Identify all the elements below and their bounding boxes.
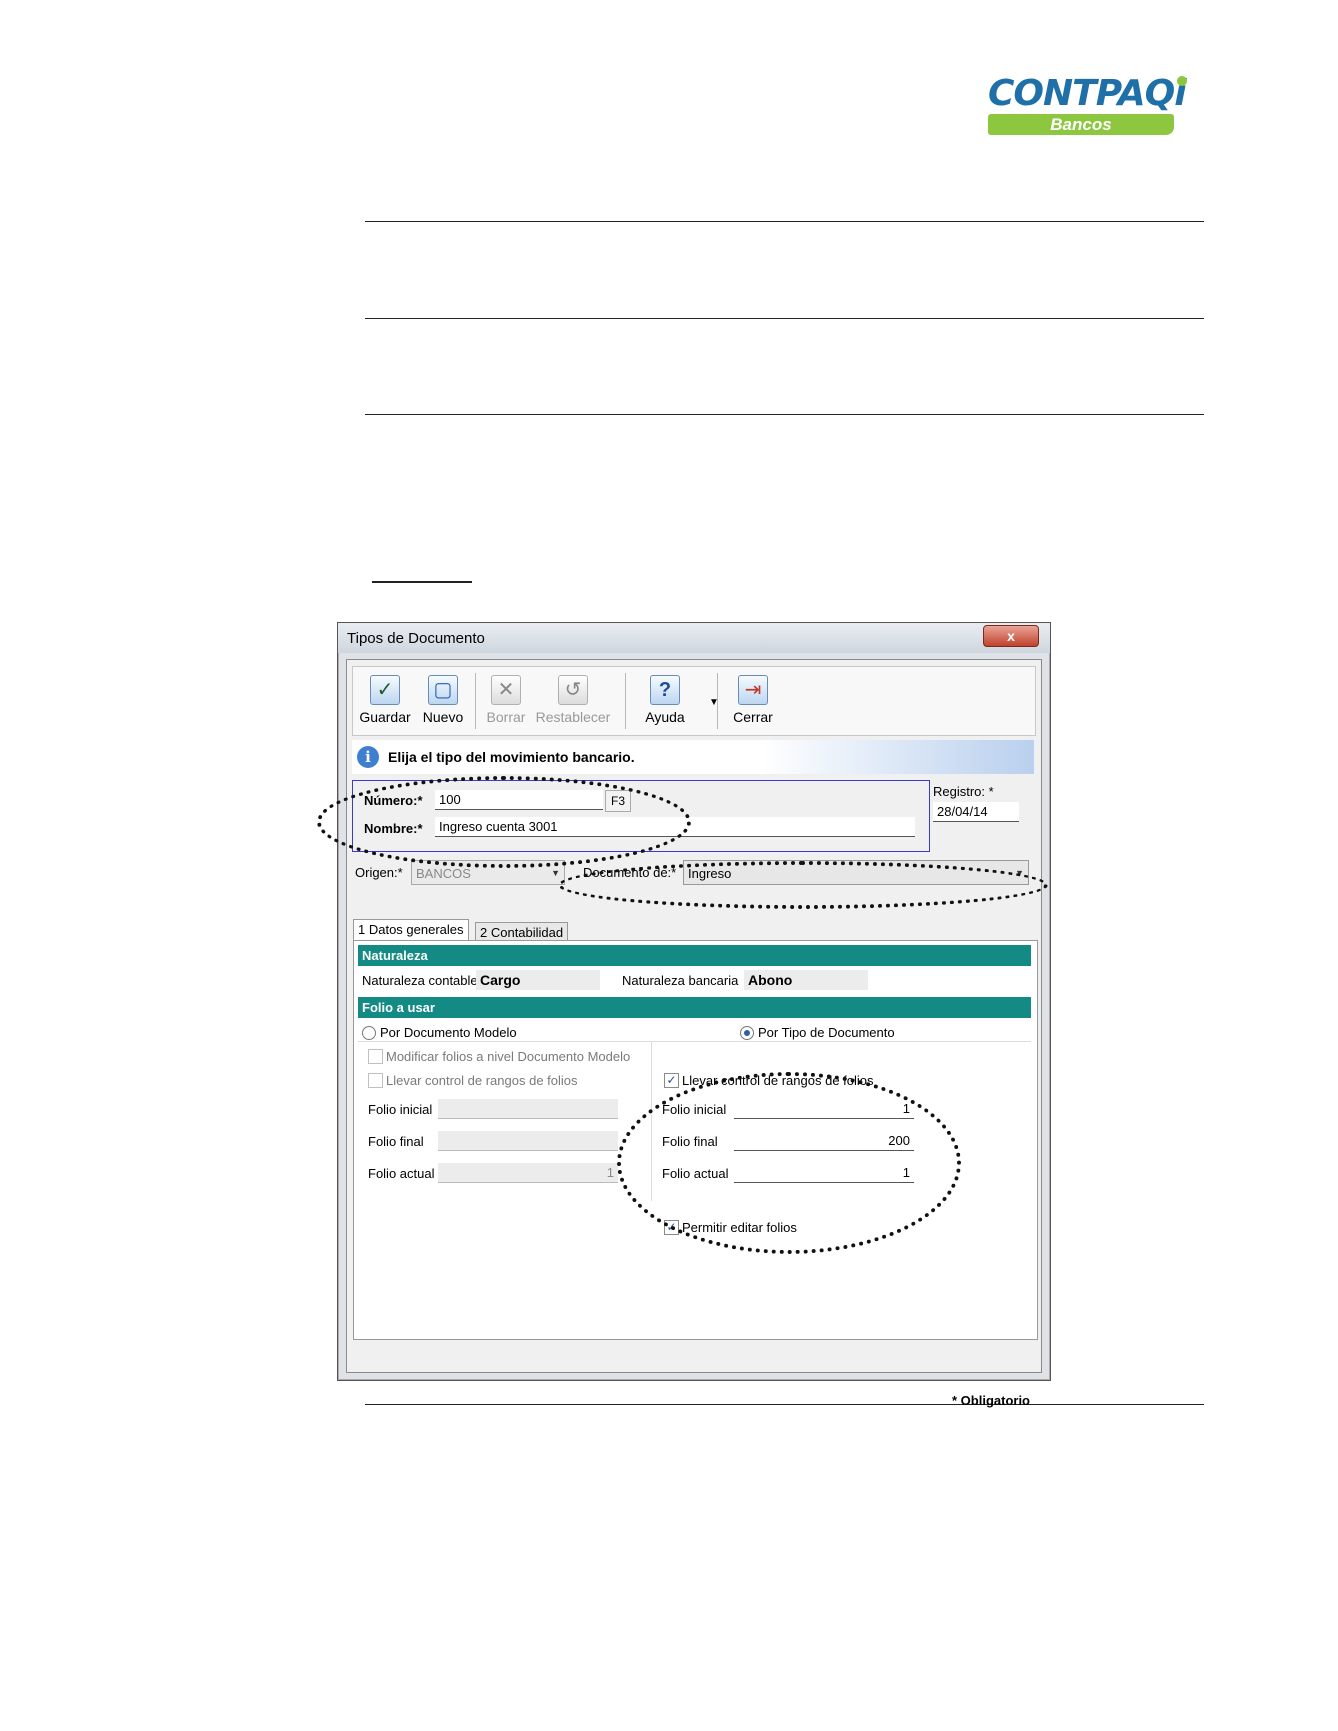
documento-de-label: Documento de:* [583, 865, 677, 880]
documento-de-select[interactable]: Ingreso ▼ [683, 860, 1029, 885]
restablecer-label: Restablecer [535, 709, 611, 725]
folio-inicial-left-field[interactable] [438, 1099, 618, 1119]
logo-dot [1177, 76, 1187, 86]
folio-inicial-left-label: Folio inicial [368, 1102, 433, 1117]
close-button[interactable]: x [983, 625, 1039, 647]
info-bar: i Elija el tipo del movimiento bancario. [352, 740, 1034, 774]
folio-actual-left-field[interactable]: 1 [438, 1163, 618, 1183]
divider-line [365, 318, 1204, 319]
cerrar-label: Cerrar [733, 709, 773, 725]
window-title: Tipos de Documento [347, 630, 485, 647]
modificar-folios-checkbox[interactable] [368, 1049, 383, 1064]
undo-icon: ↺ [558, 675, 588, 705]
restablecer-button[interactable]: ↺ Restablecer [533, 671, 613, 731]
logo-product: Bancos [988, 114, 1174, 135]
folio-final-field[interactable]: 200 [734, 1131, 914, 1151]
tab-contabilidad[interactable]: 2 Contabilidad [475, 922, 569, 942]
folio-inicial-field[interactable]: 1 [734, 1099, 914, 1119]
permitir-editar-folios-label: Permitir editar folios [682, 1220, 797, 1235]
contpaqi-bancos-logo: CONTPAQi Bancos [988, 74, 1198, 136]
nuevo-button[interactable]: ▢ Nuevo [419, 671, 467, 731]
info-icon: i [357, 746, 379, 768]
divider-line [365, 221, 1204, 222]
naturaleza-bancaria-label: Naturaleza bancaria [622, 973, 739, 988]
origen-select[interactable]: BANCOS ▼ [411, 860, 565, 885]
llevar-control-right-label: Llevar control de rangos de folios [682, 1073, 874, 1088]
chevron-down-icon: ▼ [1015, 868, 1024, 878]
folio-actual-field[interactable]: 1 [734, 1163, 914, 1183]
folio-actual-label: Folio actual [662, 1166, 729, 1181]
help-icon: ? [650, 675, 680, 705]
llevar-control-left-checkbox[interactable] [368, 1073, 383, 1088]
llevar-control-right-checkbox[interactable]: ✓ [664, 1073, 679, 1088]
numero-label: Número:* [364, 793, 423, 808]
borrar-button[interactable]: ✕ Borrar [483, 671, 529, 731]
borrar-label: Borrar [486, 709, 526, 725]
ayuda-button[interactable]: ? Ayuda [635, 671, 695, 731]
registro-date-field[interactable]: 28/04/14 [933, 802, 1019, 822]
info-message: Elija el tipo del movimiento bancario. [388, 749, 635, 765]
folio-inicial-label: Folio inicial [662, 1102, 727, 1117]
datos-generales-panel: Naturaleza Naturaleza contable Cargo Nat… [353, 940, 1038, 1340]
logo-brand: CONTPAQ [988, 73, 1175, 114]
origen-label: Origen:* [355, 865, 403, 880]
por-documento-modelo-label: Por Documento Modelo [380, 1025, 517, 1040]
column-divider [651, 1041, 652, 1201]
checkmark-icon: ✓ [370, 675, 400, 705]
guardar-button[interactable]: ✓ Guardar [357, 671, 413, 731]
toolbar-separator [475, 673, 476, 729]
chevron-down-icon: ▼ [551, 868, 560, 878]
divider-line [365, 1404, 1204, 1405]
folio-final-label: Folio final [662, 1134, 718, 1149]
tipos-de-documento-window: Tipos de Documento x ✓ Guardar ▢ Nuevo ✕… [337, 622, 1051, 1408]
documento-de-value: Ingreso [688, 866, 732, 881]
por-tipo-documento-label: Por Tipo de Documento [758, 1025, 895, 1040]
guardar-label: Guardar [359, 709, 411, 725]
delete-icon: ✕ [491, 675, 521, 705]
toolbar-separator [625, 673, 626, 729]
modificar-folios-label: Modificar folios a nivel Documento Model… [386, 1049, 631, 1064]
toolbar: ✓ Guardar ▢ Nuevo ✕ Borrar ↺ Restablecer… [352, 666, 1036, 736]
permitir-editar-folios-checkbox[interactable]: ✓ [664, 1220, 679, 1235]
short-underline [372, 581, 472, 583]
por-tipo-documento-radio[interactable] [740, 1026, 754, 1040]
registro-label: Registro: * [933, 784, 994, 799]
obligatorio-note: * Obligatorio [952, 1393, 1030, 1408]
toolbar-separator [717, 673, 718, 729]
folio-actual-left-label: Folio actual [368, 1166, 435, 1181]
origen-value: BANCOS [416, 866, 471, 881]
folio-a-usar-header: Folio a usar [358, 997, 1031, 1018]
naturaleza-contable-value: Cargo [476, 970, 600, 990]
naturaleza-header: Naturaleza [358, 945, 1031, 966]
folio-final-left-field[interactable] [438, 1131, 618, 1151]
numero-input[interactable]: 100 [435, 790, 603, 810]
section-divider [358, 1041, 1031, 1042]
exit-door-icon: ⇥ [738, 675, 768, 705]
naturaleza-bancaria-value: Abono [744, 970, 868, 990]
window-client: ✓ Guardar ▢ Nuevo ✕ Borrar ↺ Restablecer… [346, 659, 1042, 1408]
ayuda-label: Ayuda [645, 709, 685, 725]
folio-final-left-label: Folio final [368, 1134, 424, 1149]
nombre-input[interactable]: Ingreso cuenta 3001 [435, 817, 915, 837]
llevar-control-left-label: Llevar control de rangos de folios [386, 1073, 578, 1088]
por-documento-modelo-radio[interactable] [362, 1026, 376, 1040]
tab-datos-generales[interactable]: 1 Datos generales [353, 919, 469, 941]
naturaleza-contable-label: Naturaleza contable [362, 973, 478, 988]
divider-line [365, 414, 1204, 415]
cerrar-button[interactable]: ⇥ Cerrar [725, 671, 781, 731]
new-page-icon: ▢ [428, 675, 458, 705]
f3-lookup-button[interactable]: F3 [605, 790, 631, 812]
nuevo-label: Nuevo [422, 709, 464, 725]
nombre-label: Nombre:* [364, 821, 423, 836]
identification-box: Número:* 100 F3 Nombre:* Ingreso cuenta … [352, 780, 930, 852]
title-bar: Tipos de Documento x [338, 623, 1050, 653]
